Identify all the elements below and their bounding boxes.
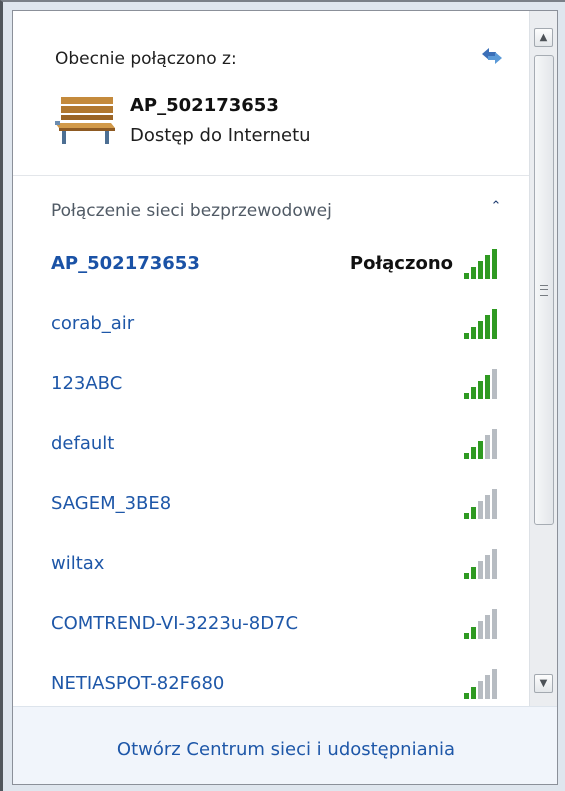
signal-strength-icon: [458, 305, 502, 345]
network-state: Połączono: [349, 253, 453, 274]
signal-strength-icon: [458, 425, 502, 465]
signal-strength-icon: [458, 605, 502, 645]
refresh-icon[interactable]: [479, 45, 505, 71]
scroll-grip-icon: [540, 285, 548, 296]
signal-strength-icon: [458, 485, 502, 525]
network-item[interactable]: wiltax: [13, 537, 529, 597]
network-name: wiltax: [51, 553, 105, 574]
network-name: default: [51, 433, 115, 454]
network-name: corab_air: [51, 313, 135, 334]
collapse-section-icon[interactable]: ⌃: [486, 197, 506, 217]
network-item[interactable]: AP_502173653 Połączono: [13, 237, 529, 297]
current-network-status: Dostęp do Internetu: [130, 125, 311, 146]
current-network-name: AP_502173653: [130, 95, 279, 116]
network-name: AP_502173653: [51, 253, 200, 274]
scroll-up-button[interactable]: ▲: [534, 28, 553, 47]
wireless-section-title: Połączenie sieci bezprzewodowej: [51, 201, 332, 221]
scroll-thumb[interactable]: [534, 55, 554, 525]
network-name: COMTREND-VI-3223u-8D7C: [51, 613, 299, 634]
window-frame: Obecnie połączono z: AP_502173653 Dostęp…: [0, 0, 565, 791]
signal-strength-icon: [458, 665, 502, 705]
network-item[interactable]: SAGEM_3BE8: [13, 477, 529, 537]
network-name: NETIASPOT-82F680: [51, 673, 225, 694]
open-network-center-link[interactable]: Otwórz Centrum sieci i udostępniania: [13, 739, 557, 760]
network-item[interactable]: COMTREND-VI-3223u-8D7C: [13, 597, 529, 657]
scroll-down-button[interactable]: ▼: [534, 674, 553, 693]
signal-strength-icon: [458, 545, 502, 585]
network-flyout: Obecnie połączono z: AP_502173653 Dostęp…: [12, 10, 558, 785]
current-connection: Obecnie połączono z: AP_502173653 Dostęp…: [13, 11, 529, 176]
scrollbar[interactable]: ▲ ▼: [529, 11, 557, 706]
network-name: SAGEM_3BE8: [51, 493, 172, 514]
network-name: 123ABC: [51, 373, 123, 394]
network-item[interactable]: corab_air: [13, 297, 529, 357]
signal-strength-icon: [458, 245, 502, 285]
network-item[interactable]: default: [13, 417, 529, 477]
signal-strength-icon: [458, 365, 502, 405]
network-item[interactable]: 123ABC: [13, 357, 529, 417]
network-bench-icon: [53, 93, 117, 151]
current-connection-label: Obecnie połączono z:: [55, 49, 237, 69]
footer: Otwórz Centrum sieci i udostępniania: [13, 706, 557, 784]
